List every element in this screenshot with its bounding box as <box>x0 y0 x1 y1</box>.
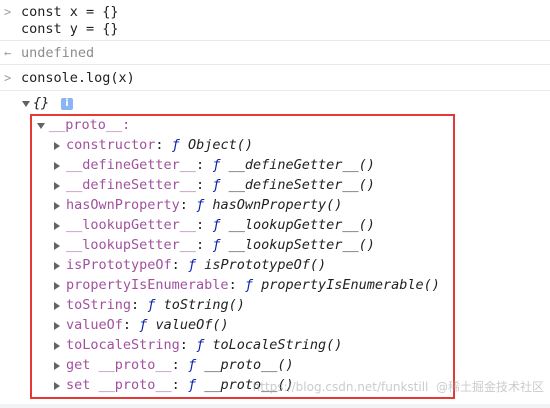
property-key: get __proto__ <box>66 357 172 373</box>
expand-toggle-icon[interactable] <box>54 262 60 270</box>
property-value: valueOf() <box>155 317 229 333</box>
proto-property-row[interactable]: isPrototypeOf: ƒ isPrototypeOf() <box>66 257 326 273</box>
property-value: propertyIsEnumerable() <box>261 277 440 293</box>
expand-toggle-icon[interactable] <box>54 242 60 250</box>
proto-property-row[interactable]: toLocaleString: ƒ toLocaleString() <box>66 337 342 353</box>
function-glyph: ƒ <box>196 337 205 353</box>
expand-toggle-icon[interactable] <box>54 322 60 330</box>
proto-property-row[interactable]: __defineGetter__: ƒ __defineGetter__() <box>66 157 375 173</box>
expand-toggle-icon[interactable] <box>54 282 60 290</box>
expand-toggle-icon[interactable] <box>54 182 60 190</box>
expand-toggle-icon[interactable] <box>54 162 60 170</box>
function-glyph: ƒ <box>212 177 221 193</box>
function-glyph: ƒ <box>187 257 197 273</box>
function-glyph: ƒ <box>244 277 253 293</box>
input-prompt-icon: > <box>4 71 12 85</box>
property-value: toLocaleString() <box>212 337 343 353</box>
property-value: __lookupSetter__() <box>228 237 375 253</box>
proto-property-row[interactable]: constructor: ƒ Object() <box>66 137 253 153</box>
proto-property-row[interactable]: toString: ƒ toString() <box>66 297 245 313</box>
property-key: isPrototypeOf <box>66 257 172 273</box>
property-key: hasOwnProperty <box>66 197 180 213</box>
proto-property-row[interactable]: get __proto__: ƒ __proto__() <box>66 357 294 373</box>
proto-property-row[interactable]: __defineSetter__: ƒ __defineSetter__() <box>66 177 375 193</box>
property-value: Object() <box>187 137 253 153</box>
function-glyph: ƒ <box>196 197 205 213</box>
function-glyph: ƒ <box>171 137 180 153</box>
property-value: isPrototypeOf() <box>204 257 327 273</box>
expand-toggle-icon[interactable] <box>54 362 60 370</box>
expand-toggle-icon[interactable] <box>54 222 60 230</box>
function-glyph: ƒ <box>147 297 156 313</box>
proto-property-row[interactable]: propertyIsEnumerable: ƒ propertyIsEnumer… <box>66 277 440 293</box>
function-glyph: ƒ <box>212 157 221 173</box>
info-icon[interactable]: i <box>61 98 73 110</box>
expand-toggle-icon[interactable] <box>54 302 60 310</box>
expand-toggle-icon[interactable] <box>54 202 60 210</box>
property-value: __defineGetter__() <box>228 157 375 173</box>
property-key: set __proto__ <box>66 377 172 393</box>
expand-toggle-icon[interactable] <box>54 142 60 150</box>
expand-toggle-icon[interactable] <box>22 101 30 107</box>
property-value: hasOwnProperty() <box>212 197 343 213</box>
function-glyph: ƒ <box>187 377 197 393</box>
proto-header[interactable]: __proto__: <box>49 117 130 133</box>
proto-property-row[interactable]: hasOwnProperty: ƒ hasOwnProperty() <box>66 197 342 213</box>
property-key: valueOf <box>66 317 123 333</box>
result-arrow-icon: ← <box>4 46 12 60</box>
function-glyph: ƒ <box>187 357 197 373</box>
property-value: __proto__() <box>204 357 294 373</box>
property-value: __defineSetter__() <box>228 177 375 193</box>
function-glyph: ƒ <box>212 237 221 253</box>
expand-toggle-icon[interactable] <box>37 123 45 129</box>
property-key: constructor <box>66 137 156 153</box>
input-prompt-icon: > <box>4 5 12 19</box>
proto-property-row[interactable]: __lookupSetter__: ƒ __lookupSetter__() <box>66 237 375 253</box>
console-result: undefined <box>21 45 95 61</box>
property-value: toString() <box>163 297 245 313</box>
property-key: __defineGetter__ <box>66 157 197 173</box>
console-input-line: const x = {} <box>21 4 119 20</box>
expand-toggle-icon[interactable] <box>54 382 60 390</box>
watermark: https://blog.csdn.net/funkstill @稀土掘金技术社… <box>252 380 544 394</box>
proto-property-row[interactable]: valueOf: ƒ valueOf() <box>66 317 229 333</box>
property-key: __lookupSetter__ <box>66 237 197 253</box>
expand-toggle-icon[interactable] <box>54 342 60 350</box>
function-glyph: ƒ <box>212 217 221 233</box>
property-key: __defineSetter__ <box>66 177 197 193</box>
property-key: propertyIsEnumerable <box>66 277 229 293</box>
console-input-line: const y = {} <box>21 21 119 37</box>
property-value: __lookupGetter__() <box>228 217 375 233</box>
property-key: __lookupGetter__ <box>66 217 197 233</box>
object-preview[interactable]: {} <box>33 95 49 111</box>
property-key: toLocaleString <box>66 337 180 353</box>
function-glyph: ƒ <box>139 317 148 333</box>
property-key: toString <box>66 297 132 313</box>
proto-property-row[interactable]: __lookupGetter__: ƒ __lookupGetter__() <box>66 217 375 233</box>
console-input-line: console.log(x) <box>21 70 135 86</box>
